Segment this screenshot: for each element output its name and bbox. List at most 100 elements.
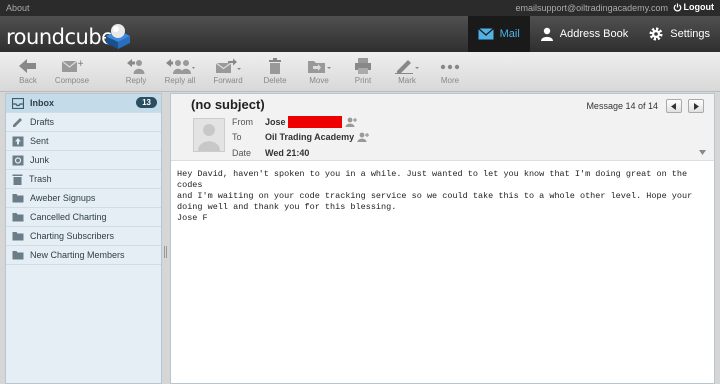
- folder-label: Aweber Signups: [30, 193, 96, 203]
- logout-button[interactable]: Logout: [673, 2, 715, 12]
- mark-label: Mark: [398, 76, 416, 85]
- back-button[interactable]: Back: [6, 58, 50, 85]
- more-label: More: [440, 76, 460, 85]
- sent-icon: [12, 136, 24, 146]
- folder-label: Junk: [30, 155, 50, 165]
- folder-label: Drafts: [30, 117, 55, 127]
- move-folder-icon: [308, 61, 331, 73]
- sender-avatar: [193, 118, 225, 152]
- to-value[interactable]: Oil Trading Academy: [265, 132, 354, 142]
- folder-inbox[interactable]: Inbox 13: [6, 94, 161, 113]
- folder-label: Charting Subscribers: [30, 231, 115, 241]
- print-button[interactable]: Print: [341, 58, 385, 85]
- trash-icon: [269, 58, 281, 74]
- date-label: Date: [232, 148, 252, 158]
- logo-text: roundcube: [6, 25, 114, 49]
- to-label: To: [232, 132, 242, 142]
- logout-label: Logout: [683, 2, 715, 12]
- folder-list: Inbox 13 Drafts Sent Junk Trash Aweber S…: [5, 93, 162, 384]
- add-contact-icon[interactable]: [345, 117, 358, 127]
- pane-splitter[interactable]: [164, 246, 167, 258]
- task-addressbook-label: Address Book: [559, 28, 629, 40]
- move-button[interactable]: Move: [297, 58, 341, 85]
- folder-sent[interactable]: Sent: [6, 132, 161, 151]
- previous-message-button[interactable]: [666, 99, 682, 113]
- from-label: From: [232, 117, 253, 127]
- task-addressbook[interactable]: Address Book: [530, 16, 638, 52]
- delete-button[interactable]: Delete: [253, 58, 297, 85]
- header: roundcube Mail Address Book Settings: [0, 16, 720, 52]
- message-subject: (no subject): [191, 97, 265, 112]
- folder-icon: [12, 213, 24, 222]
- chevron-down-icon[interactable]: [699, 150, 706, 155]
- folder-icon: [12, 194, 24, 203]
- move-label: Move: [309, 76, 329, 85]
- unread-count-badge: 13: [136, 97, 157, 108]
- message-counter: Message 14 of 14: [586, 101, 658, 111]
- delete-label: Delete: [263, 76, 287, 85]
- date-row: Date Wed 21:40: [232, 148, 309, 158]
- mail-icon: [477, 28, 494, 40]
- folder-cancelled-charting[interactable]: Cancelled Charting: [6, 208, 161, 227]
- more-button[interactable]: More: [428, 58, 472, 85]
- trash-icon: [12, 174, 23, 185]
- mark-pen-icon: [395, 60, 419, 74]
- taskbar: Mail Address Book Settings: [467, 16, 720, 52]
- task-mail-label: Mail: [499, 28, 520, 40]
- printer-icon: [355, 58, 371, 74]
- mark-button[interactable]: Mark: [385, 58, 429, 85]
- junk-icon: [12, 155, 24, 165]
- task-mail[interactable]: Mail: [467, 16, 530, 52]
- reply-all-icon: [166, 59, 195, 74]
- folder-label: Cancelled Charting: [30, 212, 107, 222]
- pencil-icon: [13, 118, 22, 127]
- folder-trash[interactable]: Trash: [6, 170, 161, 189]
- reply-label: Reply: [125, 76, 147, 85]
- folder-label: Trash: [29, 174, 52, 184]
- print-label: Print: [354, 76, 372, 85]
- arrow-left-icon: [19, 59, 36, 73]
- svg-text:+: +: [77, 59, 83, 69]
- message-view: (no subject) Message 14 of 14 From Jose T…: [170, 93, 715, 384]
- forward-button[interactable]: Forward: [206, 58, 250, 85]
- add-contact-icon[interactable]: [357, 132, 370, 142]
- compose-icon: +: [61, 59, 83, 72]
- message-header: (no subject) Message 14 of 14 From Jose T…: [171, 94, 714, 161]
- power-icon: [673, 3, 681, 12]
- folder-icon: [12, 251, 24, 260]
- triangle-right-icon: [694, 103, 699, 110]
- next-message-button[interactable]: [688, 99, 704, 113]
- folder-label: New Charting Members: [30, 250, 125, 260]
- person-icon: [540, 27, 553, 41]
- from-value[interactable]: Jose: [265, 117, 286, 127]
- user-email: emailsupport@oiltradingacademy.com: [515, 3, 668, 13]
- gear-icon: [649, 27, 663, 41]
- more-dots-icon: [440, 64, 460, 70]
- forward-icon: [215, 58, 241, 73]
- folder-icon: [12, 232, 24, 241]
- to-row: To Oil Trading Academy: [232, 132, 370, 142]
- folder-aweber-signups[interactable]: Aweber Signups: [6, 189, 161, 208]
- compose-label: Compose: [54, 76, 90, 85]
- triangle-left-icon: [671, 103, 676, 110]
- task-settings-label: Settings: [670, 28, 710, 40]
- compose-button[interactable]: + Compose: [50, 58, 94, 85]
- person-silhouette-icon: [198, 124, 220, 151]
- folder-label: Sent: [30, 136, 49, 146]
- top-line: About emailsupport@oiltradingacademy.com…: [0, 0, 720, 16]
- logo-cube-icon: [106, 24, 130, 49]
- redaction-bar: [287, 116, 342, 128]
- folder-label: Inbox: [30, 98, 54, 108]
- toolbar: Back + Compose Reply Reply all Forward D…: [0, 52, 720, 92]
- task-settings[interactable]: Settings: [638, 16, 720, 52]
- reply-all-button[interactable]: Reply all: [158, 58, 202, 85]
- inbox-icon: [12, 97, 24, 109]
- from-row: From Jose: [232, 116, 358, 128]
- about-link[interactable]: About: [6, 3, 30, 13]
- reply-all-label: Reply all: [164, 76, 196, 85]
- reply-button[interactable]: Reply: [114, 58, 158, 85]
- folder-charting-subscribers[interactable]: Charting Subscribers: [6, 227, 161, 246]
- folder-new-charting-members[interactable]: New Charting Members: [6, 246, 161, 265]
- folder-drafts[interactable]: Drafts: [6, 113, 161, 132]
- folder-junk[interactable]: Junk: [6, 151, 161, 170]
